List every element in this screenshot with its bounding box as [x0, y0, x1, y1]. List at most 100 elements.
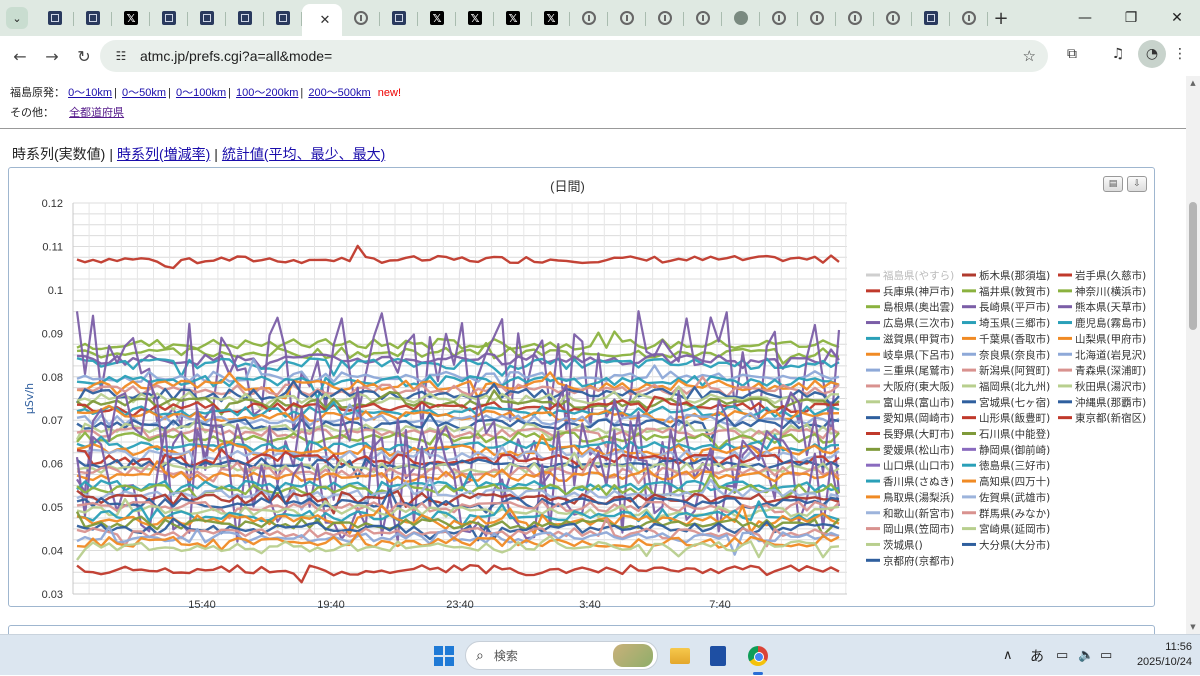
link-0-10km[interactable]: 0～10km [68, 87, 112, 99]
legend-item[interactable]: 山梨県(甲府市) [1075, 332, 1146, 345]
windows-start-icon[interactable] [430, 642, 458, 670]
browser-tab-13[interactable]: 𝕏 [532, 4, 570, 32]
maximize-icon[interactable]: ❐ [1108, 0, 1154, 36]
legend-item[interactable]: 青森県(深浦町) [1075, 364, 1146, 377]
scroll-thumb[interactable] [1189, 202, 1197, 330]
legend-item[interactable]: 沖縄県(那覇市) [1075, 396, 1146, 409]
browser-tab-6[interactable] [264, 4, 302, 32]
minimize-icon[interactable]: — [1062, 0, 1108, 36]
profile-avatar[interactable]: ◔ [1138, 40, 1166, 68]
legend-item[interactable]: 福井県(敦賀市) [979, 285, 1050, 298]
legend-item[interactable]: 長野県(大町市) [883, 428, 954, 441]
legend-item[interactable]: 福岡県(北九州) [979, 380, 1050, 393]
browser-tab-3[interactable] [150, 4, 188, 32]
volume-icon[interactable]: 🔈 [1078, 635, 1094, 676]
tab-statistics[interactable]: 統計値(平均、最少、最大) [222, 146, 385, 162]
new-tab-button[interactable]: + [988, 8, 1014, 29]
browser-tab-22[interactable] [874, 4, 912, 32]
link-0-50km[interactable]: 0～50km [122, 87, 166, 99]
browser-tab-16[interactable] [646, 4, 684, 32]
legend-item[interactable]: 宮城県(七ヶ宿) [979, 396, 1050, 409]
site-info-icon[interactable]: ☷ [110, 45, 132, 67]
legend-item[interactable]: 京都府(京都市) [883, 554, 954, 567]
reload-icon[interactable]: ↻ [68, 40, 100, 72]
tab-timeseries-growth[interactable]: 時系列(増減率) [117, 146, 210, 162]
link-0-100km[interactable]: 0～100km [176, 87, 226, 99]
chrome-icon[interactable] [744, 642, 772, 670]
scroll-up-icon[interactable]: ▲ [1186, 76, 1200, 90]
legend-item[interactable]: 長崎県(平戸市) [979, 301, 1050, 314]
browser-tab-14[interactable] [570, 4, 608, 32]
close-tab-icon[interactable]: ✕ [320, 13, 331, 28]
system-clock[interactable]: 11:56 2025/10/24 [1122, 640, 1192, 670]
browser-tab-15[interactable] [608, 4, 646, 32]
legend-item[interactable]: 宮崎県(延岡市) [979, 523, 1050, 536]
legend-item[interactable]: 佐賀県(武雄市) [979, 491, 1050, 504]
legend-item[interactable]: 兵庫県(神戸市) [883, 285, 954, 298]
browser-tab-9[interactable] [380, 4, 418, 32]
legend-item[interactable]: 岡山県(笠岡市) [883, 523, 954, 536]
legend-item[interactable]: 愛媛県(松山市) [883, 443, 954, 456]
browser-tab-12[interactable]: 𝕏 [494, 4, 532, 32]
browser-tab-17[interactable] [684, 4, 722, 32]
legend-item[interactable]: 石川県(中能登) [979, 428, 1050, 441]
legend-item[interactable]: 秋田県(湯沢市) [1075, 380, 1146, 393]
tab-search-button[interactable]: ⌄ [6, 7, 28, 29]
close-window-icon[interactable]: ✕ [1154, 0, 1200, 36]
browser-tab-8[interactable] [342, 4, 380, 32]
legend-item[interactable]: 奈良県(奈良市) [979, 348, 1050, 361]
legend-item[interactable]: 大阪府(東大阪) [883, 380, 954, 393]
link-all-prefectures[interactable]: 全都道府県 [69, 107, 124, 119]
browser-tab-21[interactable] [836, 4, 874, 32]
legend-item[interactable]: 岩手県(久慈市) [1075, 269, 1146, 282]
legend-item[interactable]: 広島県(三次市) [883, 317, 954, 330]
legend-item[interactable]: 香川県(さぬき) [883, 476, 954, 488]
legend-item[interactable]: 高知県(四万十) [979, 475, 1050, 488]
show-hidden-icons[interactable]: ∧ [1003, 635, 1013, 676]
legend-item[interactable]: 大分県(大分市) [979, 538, 1050, 551]
notepad-icon[interactable] [704, 642, 732, 670]
legend-item[interactable]: 山口県(山口市) [883, 459, 954, 472]
ime-indicator[interactable]: あ [1030, 635, 1044, 676]
battery-icon[interactable]: ▭ [1100, 635, 1112, 676]
browser-tab-11[interactable]: 𝕏 [456, 4, 494, 32]
browser-tab-4[interactable] [188, 4, 226, 32]
taskbar-search[interactable]: ⌕ 検索 [465, 641, 658, 670]
browser-tab-7[interactable]: ✕ [302, 4, 342, 36]
link-100-200km[interactable]: 100～200km [236, 87, 298, 99]
browser-tab-23[interactable] [912, 4, 950, 32]
link-200-500km[interactable]: 200～500km [308, 87, 370, 99]
url-text[interactable]: atmc.jp/prefs.cgi?a=all&mode= [140, 48, 332, 64]
browser-tab-0[interactable] [36, 4, 74, 32]
legend-item[interactable]: 島根県(奥出雲) [883, 301, 954, 314]
extensions-icon[interactable]: ⧉ [1058, 40, 1086, 68]
legend-item[interactable]: 和歌山(新宮市) [883, 507, 954, 520]
legend-item[interactable]: 静岡県(御前崎) [979, 443, 1050, 456]
browser-tab-19[interactable] [760, 4, 798, 32]
bookmark-star-icon[interactable]: ☆ [1023, 47, 1036, 65]
scroll-down-icon[interactable]: ▼ [1186, 620, 1200, 634]
back-icon[interactable]: ← [4, 40, 36, 72]
legend-item[interactable]: 鹿児島(霧島市) [1075, 317, 1146, 330]
browser-tab-1[interactable] [74, 4, 112, 32]
legend-item[interactable]: 福島県(やすら) [883, 269, 954, 282]
legend-item[interactable]: 岐阜県(下呂市) [883, 348, 954, 361]
browser-tab-10[interactable]: 𝕏 [418, 4, 456, 32]
legend-item[interactable]: 愛知県(岡崎市) [883, 412, 954, 425]
network-icon[interactable]: ▭ [1056, 635, 1068, 676]
page-scrollbar[interactable]: ▲ ▼ [1186, 76, 1200, 634]
media-control-icon[interactable]: ♫ [1104, 40, 1132, 68]
legend-item[interactable]: 東京都(新宿区) [1075, 412, 1146, 425]
browser-tab-20[interactable] [798, 4, 836, 32]
legend-item[interactable]: 鳥取県(湯梨浜) [883, 491, 954, 504]
browser-tab-2[interactable]: 𝕏 [112, 4, 150, 32]
browser-tab-18[interactable] [722, 4, 760, 32]
address-bar[interactable]: ☷ atmc.jp/prefs.cgi?a=all&mode= ☆ [100, 40, 1048, 72]
legend-item[interactable]: 栃木県(那須塩) [979, 269, 1050, 282]
legend-item[interactable]: 北海道(岩見沢) [1075, 348, 1146, 361]
menu-kebab-icon[interactable]: ⋮ [1166, 40, 1194, 68]
legend-item[interactable]: 富山県(富山市) [883, 396, 954, 409]
forward-icon[interactable]: → [36, 40, 68, 72]
legend-item[interactable]: 神奈川(横浜市) [1075, 285, 1146, 298]
legend-item[interactable]: 千葉県(香取市) [979, 332, 1050, 345]
